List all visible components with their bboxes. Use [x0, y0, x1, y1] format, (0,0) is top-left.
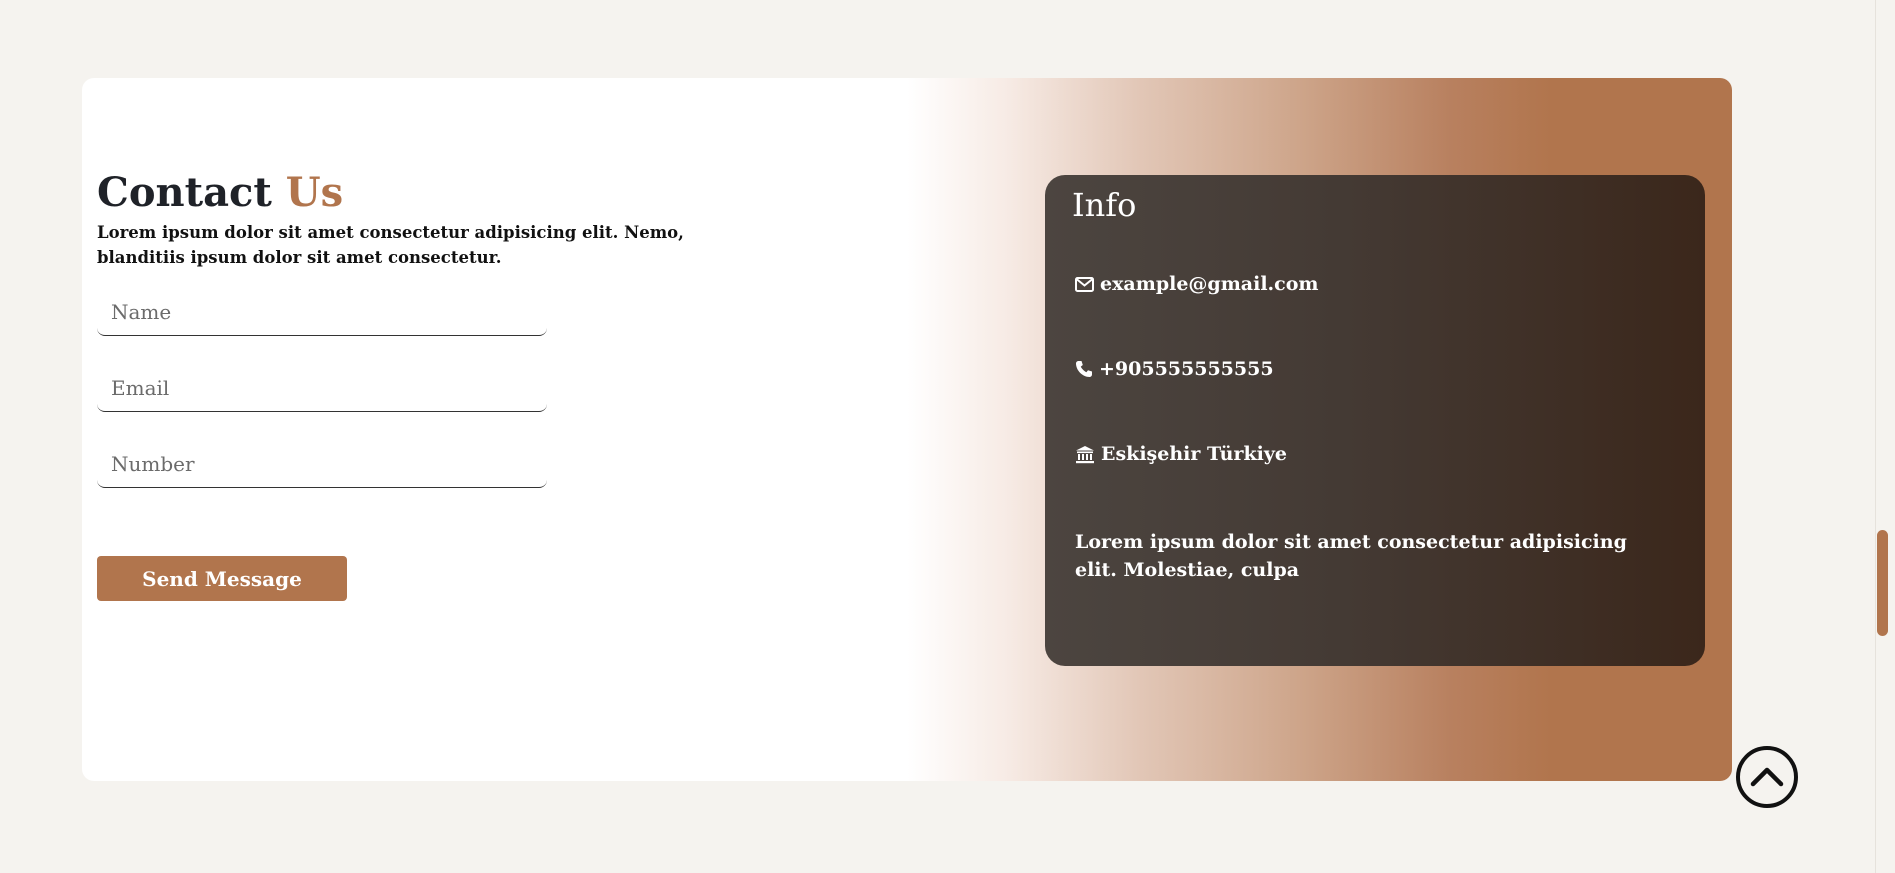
number-field — [97, 442, 547, 488]
send-message-button[interactable]: Send Message — [97, 556, 347, 601]
info-location-row: Eskişehir Türkiye — [1075, 443, 1287, 465]
contact-description: Lorem ipsum dolor sit amet consectetur a… — [97, 223, 684, 267]
info-card: Info example@gmail.com +905555555555 Esk… — [1045, 175, 1705, 666]
bank-icon — [1075, 445, 1095, 464]
info-email[interactable]: example@gmail.com — [1100, 273, 1319, 295]
scrollbar-thumb[interactable] — [1877, 530, 1888, 636]
phone-icon — [1075, 360, 1093, 378]
info-location: Eskişehir Türkiye — [1101, 443, 1288, 465]
title-accent: Us — [285, 169, 344, 216]
info-phone-row: +905555555555 — [1075, 358, 1274, 380]
page: Contact Us Lorem ipsum dolor sit amet co… — [0, 0, 1895, 873]
info-title: Info — [1072, 186, 1137, 224]
title-main: Contact — [97, 169, 272, 216]
info-description: Lorem ipsum dolor sit amet consectetur a… — [1075, 531, 1627, 581]
email-field — [97, 366, 547, 412]
envelope-icon — [1075, 276, 1094, 292]
info-email-row: example@gmail.com — [1075, 273, 1319, 295]
number-input[interactable] — [97, 442, 547, 486]
info-phone[interactable]: +905555555555 — [1099, 358, 1274, 380]
scroll-to-top-button[interactable] — [1736, 746, 1798, 808]
chevron-up-icon — [1750, 765, 1784, 790]
contact-form-section: Contact Us Lorem ipsum dolor sit amet co… — [97, 168, 737, 601]
name-input[interactable] — [97, 290, 547, 334]
name-field — [97, 290, 547, 336]
scrollbar-track[interactable] — [1875, 0, 1895, 873]
email-input[interactable] — [97, 366, 547, 410]
contact-title: Contact Us — [97, 168, 737, 218]
